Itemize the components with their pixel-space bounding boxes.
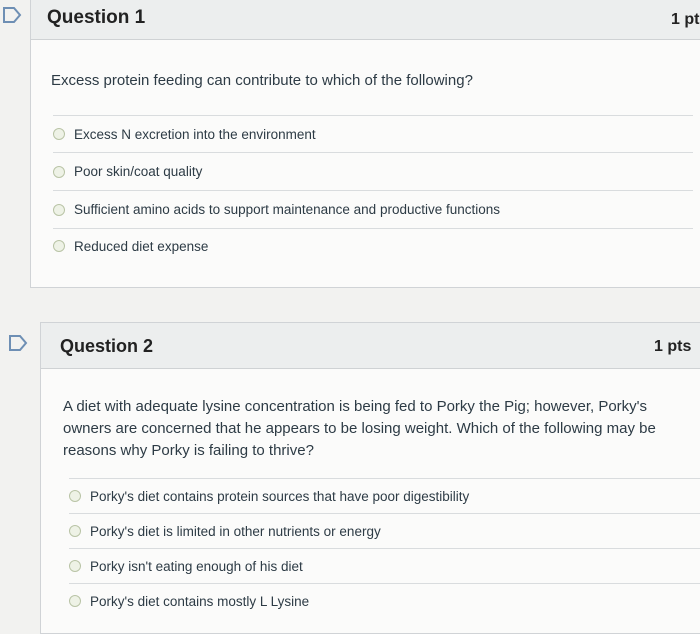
answer-option[interactable]: Poor skin/coat quality [53, 152, 693, 190]
answer-label: Porky's diet contains mostly L Lysine [90, 593, 310, 609]
radio-button[interactable] [53, 128, 65, 140]
answer-list: Excess N excretion into the environment … [53, 115, 693, 263]
question-title: Question 2 [60, 336, 154, 356]
question-header: Question 2 1 pts [41, 323, 700, 369]
answer-option[interactable]: Porky's diet is limited in other nutrien… [69, 513, 700, 548]
answer-label: Reduced diet expense [74, 238, 209, 254]
radio-button[interactable] [53, 165, 65, 178]
answer-list: Porky's diet contains protein sources th… [69, 478, 700, 618]
radio-button[interactable] [69, 490, 81, 502]
question-points: 1 pt [671, 11, 700, 28]
question-text: Excess protein feeding can contribute to… [51, 72, 473, 89]
answer-label: Excess N excretion into the environment [74, 126, 316, 142]
answer-option[interactable]: Porky's diet contains protein sources th… [69, 478, 700, 513]
question-title: Question 1 [47, 7, 146, 28]
question-card: Question 1 1 pt Excess protein feeding c… [30, 0, 700, 288]
question-text: A diet with adequate lysine concentratio… [63, 398, 656, 459]
answer-option[interactable]: Porky's diet contains mostly L Lysine [69, 583, 700, 618]
answer-option[interactable]: Sufficient amino acids to support mainte… [53, 190, 693, 228]
radio-button[interactable] [69, 595, 81, 607]
answer-label: Porky's diet contains protein sources th… [90, 488, 470, 504]
radio-button[interactable] [53, 240, 65, 252]
flag-icon[interactable] [8, 334, 30, 352]
answer-option[interactable]: Excess N excretion into the environment [53, 115, 693, 152]
answer-label: Porky isn't eating enough of his diet [90, 558, 303, 574]
question-points: 1 pts [654, 338, 692, 355]
radio-button[interactable] [69, 525, 81, 537]
question-card: Question 2 1 pts A diet with adequate ly… [40, 322, 700, 634]
answer-label: Poor skin/coat quality [74, 164, 203, 179]
answer-label: Sufficient amino acids to support mainte… [74, 202, 501, 217]
answer-option[interactable]: Porky isn't eating enough of his diet [69, 548, 700, 583]
question-header: Question 1 1 pt [31, 0, 700, 40]
radio-button[interactable] [53, 203, 65, 216]
answer-option[interactable]: Reduced diet expense [53, 228, 693, 263]
flag-icon[interactable] [2, 6, 24, 24]
answer-label: Porky's diet is limited in other nutrien… [90, 523, 381, 539]
radio-button[interactable] [69, 560, 81, 572]
